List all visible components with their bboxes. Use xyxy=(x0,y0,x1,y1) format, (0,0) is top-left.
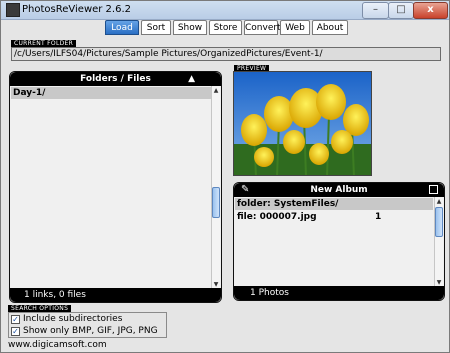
list-item[interactable]: Day-1/ xyxy=(11,87,211,99)
album-row[interactable]: file: 000007.jpg 1 xyxy=(235,211,433,223)
current-folder-label: CURRENT FOLDER xyxy=(11,40,77,47)
close-button[interactable]: x xyxy=(413,2,448,19)
image-filter-checkbox[interactable]: ✓ xyxy=(11,327,20,336)
folders-panel-title: Folders / Files xyxy=(80,74,151,84)
search-options-label: SEARCH OPTIONS xyxy=(8,305,72,312)
album-row-count: 1 xyxy=(375,212,382,222)
tab-store[interactable]: Store xyxy=(209,20,242,35)
folders-status: 1 links, 0 files xyxy=(24,290,86,300)
title-bar: PhotosReViewer 2.6.2 – □ x xyxy=(1,1,449,20)
scroll-up-icon[interactable]: ▲ xyxy=(212,86,220,95)
album-row[interactable]: folder: SystemFiles/ xyxy=(235,198,433,210)
folders-scrollbar[interactable]: ▲ ▼ xyxy=(211,86,220,289)
minimize-button[interactable]: – xyxy=(362,2,389,19)
search-options-box: ✓ Include subdirectories ✓ Show only BMP… xyxy=(8,312,167,338)
tab-sort[interactable]: Sort xyxy=(141,20,171,35)
tab-load[interactable]: Load xyxy=(105,20,139,35)
album-row-name: file: 000007.jpg xyxy=(237,212,317,222)
save-icon[interactable] xyxy=(429,185,438,194)
window-title: PhotosReViewer 2.6.2 xyxy=(22,4,132,15)
tab-about[interactable]: About xyxy=(312,20,348,35)
preview-image xyxy=(233,71,372,176)
broom-icon[interactable]: ✎ xyxy=(241,183,249,197)
folders-scroll-thumb[interactable] xyxy=(212,187,220,218)
website-link[interactable]: www.digicamsoft.com xyxy=(8,340,107,350)
album-scroll-thumb[interactable] xyxy=(435,207,443,237)
folders-panel: Folders / Files ▲ Day-1/ ▲ ▼ 1 links, 0 … xyxy=(9,71,222,303)
tab-web[interactable]: Web xyxy=(280,20,310,35)
folders-panel-footer: 1 links, 0 files xyxy=(10,288,221,302)
album-row-name: folder: SystemFiles/ xyxy=(237,199,339,209)
album-status: 1 Photos xyxy=(250,288,289,298)
tab-show[interactable]: Show xyxy=(173,20,207,35)
include-subdirectories-label: Include subdirectories xyxy=(23,314,123,324)
app-window: PhotosReViewer 2.6.2 – □ x Load Sort Sho… xyxy=(0,0,450,353)
album-panel-footer: 1 Photos xyxy=(234,286,444,300)
current-folder-path[interactable]: /c/Users/ILFS04/Pictures/Sample Pictures… xyxy=(11,47,441,61)
app-icon xyxy=(6,3,20,17)
include-subdirectories-checkbox[interactable]: ✓ xyxy=(11,315,20,324)
tab-convert[interactable]: Convert xyxy=(244,20,281,35)
collapse-arrow-icon[interactable]: ▲ xyxy=(188,72,195,86)
scroll-up-icon[interactable]: ▲ xyxy=(435,197,443,206)
album-panel-header: ✎ New Album xyxy=(234,183,444,197)
folders-panel-header: Folders / Files ▲ xyxy=(10,72,221,86)
image-filter-label: Show only BMP, GIF, JPG, PNG xyxy=(23,326,158,336)
album-panel: ✎ New Album folder: SystemFiles/ file: 0… xyxy=(233,182,445,301)
album-panel-title: New Album xyxy=(310,185,368,195)
album-scrollbar[interactable]: ▲ ▼ xyxy=(434,197,443,287)
maximize-button[interactable]: □ xyxy=(388,2,414,19)
tulip-photo-icon xyxy=(234,72,371,175)
